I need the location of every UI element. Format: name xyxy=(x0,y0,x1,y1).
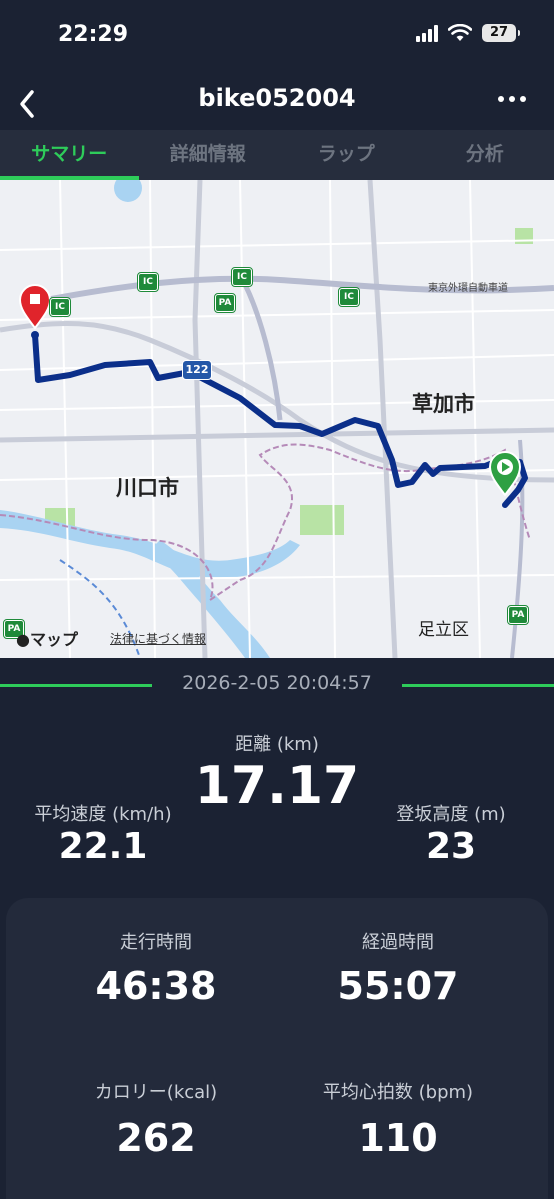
calories-value: 262 xyxy=(116,1116,196,1160)
dot-icon xyxy=(509,96,515,102)
page-title: bike052004 xyxy=(198,84,356,112)
pa-badge: PA xyxy=(214,293,236,313)
expressway-label: 東京外環自動車道 xyxy=(428,283,508,294)
area-label-adachi: 足立区 xyxy=(418,620,469,640)
tab-laps[interactable]: ラップ xyxy=(277,130,416,180)
ic-badge: IC xyxy=(137,272,159,292)
city-label-kawaguchi: 川口市 xyxy=(116,476,179,500)
status-icons: 27 xyxy=(416,24,520,42)
legal-link[interactable]: 法律に基づく情報 xyxy=(110,630,206,647)
elapsed-time-label: 経過時間 xyxy=(362,932,434,953)
wifi-icon xyxy=(448,24,472,41)
cellular-signal-icon xyxy=(416,24,438,42)
calories-label: カロリー(kcal) xyxy=(94,1082,218,1103)
nav-bar: bike052004 xyxy=(0,74,554,130)
elapsed-time-value: 55:07 xyxy=(337,964,459,1008)
activity-datetime: 2026-2-05 20:04:57 xyxy=(182,672,372,694)
moving-time-label: 走行時間 xyxy=(120,932,192,953)
avg-speed-label: 平均速度 (km/h) xyxy=(34,804,172,825)
end-pin-icon xyxy=(18,284,52,330)
moving-time-value: 46:38 xyxy=(95,964,217,1008)
distance-value: 17.17 xyxy=(194,756,360,816)
tab-bar: サマリー 詳細情報 ラップ 分析 xyxy=(0,130,554,180)
status-bar: 22:29 27 xyxy=(0,0,554,74)
avg-speed-value: 22.1 xyxy=(58,826,148,867)
map-attribution: ●マップ xyxy=(16,626,78,650)
tab-summary[interactable]: サマリー xyxy=(0,130,139,180)
battery-icon: 27 xyxy=(482,24,520,42)
city-label-soka: 草加市 xyxy=(412,392,475,416)
climb-label: 登坂高度 (m) xyxy=(396,804,506,825)
climb-value: 23 xyxy=(425,826,477,867)
avg-heart-rate-label: 平均心拍数 (bpm) xyxy=(322,1082,474,1103)
more-options-button[interactable] xyxy=(498,96,526,102)
avg-heart-rate-value: 110 xyxy=(358,1116,438,1160)
pa-badge: PA xyxy=(507,605,529,625)
route-map[interactable]: IC IC IC IC PA PA PA 122 東京外環自動車道 草加市 川口… xyxy=(0,180,554,658)
apple-logo-icon: ● xyxy=(16,630,30,649)
tab-analysis[interactable]: 分析 xyxy=(416,130,554,180)
ic-badge: IC xyxy=(338,287,360,307)
dot-icon xyxy=(520,96,526,102)
date-row: 2026-2-05 20:04:57 xyxy=(0,672,554,698)
attribution-text: マップ xyxy=(29,630,78,649)
route-number-badge: 122 xyxy=(182,360,212,380)
tab-details[interactable]: 詳細情報 xyxy=(139,130,278,180)
status-time: 22:29 xyxy=(58,22,129,47)
ic-badge: IC xyxy=(231,267,253,287)
distance-label: 距離 (km) xyxy=(235,734,319,755)
map-canvas xyxy=(0,180,554,658)
ic-badge: IC xyxy=(49,297,71,317)
dot-icon xyxy=(498,96,504,102)
